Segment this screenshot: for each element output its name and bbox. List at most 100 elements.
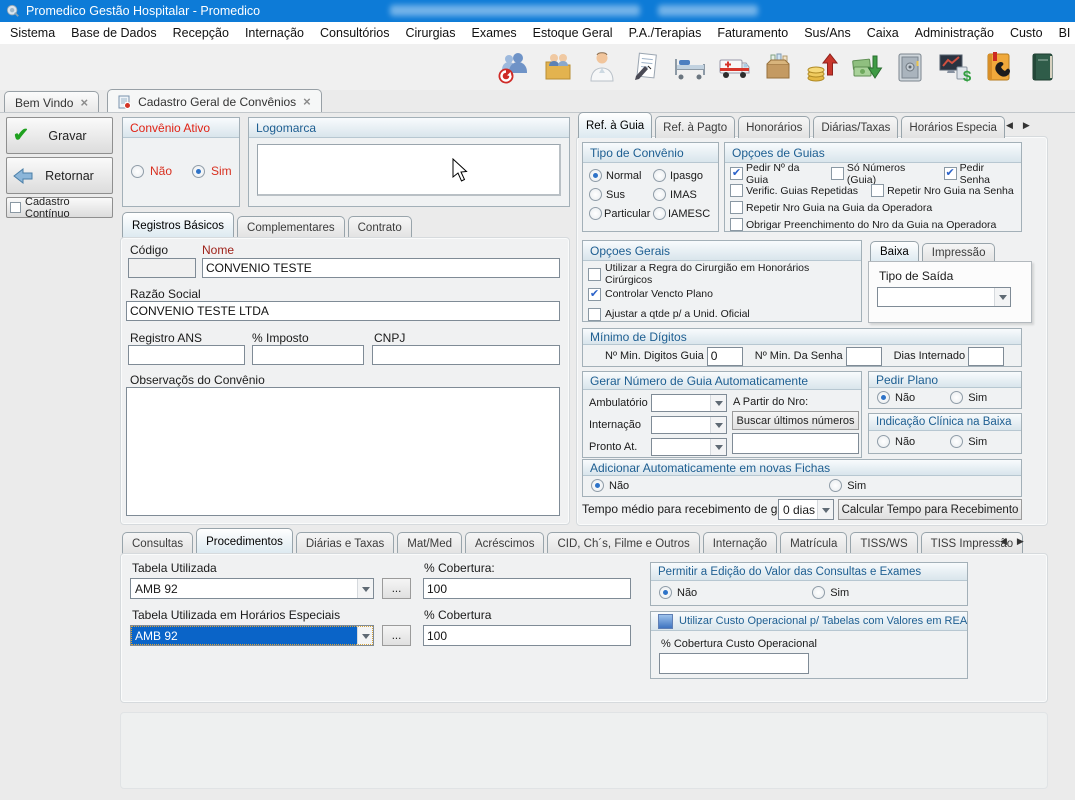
dias-internado-field[interactable]	[968, 347, 1004, 366]
custo-operacional-checkbox[interactable]	[658, 614, 673, 629]
radio-ipasgo[interactable]: Ipasgo	[653, 169, 718, 182]
menu-sus-ans[interactable]: Sus/Ans	[796, 23, 859, 43]
scroll-left-icon[interactable]	[1006, 117, 1013, 131]
tab-cadastro-geral-convenios[interactable]: Cadastro Geral de Convênios	[107, 89, 322, 113]
repetir-nro-guia-operadora-checkbox[interactable]	[730, 201, 743, 214]
hospital-bed-icon[interactable]	[671, 47, 709, 87]
users-sync-icon[interactable]	[495, 47, 533, 87]
permitir-nao-radio[interactable]	[659, 586, 672, 599]
menu-custo[interactable]: Custo	[1002, 23, 1051, 43]
tab-ref-a-pagto[interactable]: Ref. à Pagto	[655, 116, 735, 138]
tab-registros-basicos[interactable]: Registros Básicos	[122, 212, 234, 238]
sus-radio[interactable]	[589, 188, 602, 201]
nome-field[interactable]	[202, 258, 560, 278]
doctor-icon[interactable]	[583, 47, 621, 87]
indicacao-sim-radio[interactable]	[950, 435, 963, 448]
patients-folder-icon[interactable]	[539, 47, 577, 87]
tab-impressao[interactable]: Impressão	[922, 243, 996, 262]
tab-procedimentos[interactable]: Procedimentos	[196, 528, 293, 554]
menu-exames[interactable]: Exames	[464, 23, 525, 43]
fichas-nao-radio[interactable]	[591, 479, 604, 492]
convenio-ativo-sim-radio[interactable]	[192, 165, 205, 178]
tab-acrescimos[interactable]: Acréscimos	[465, 532, 544, 554]
menu-base-de-dados[interactable]: Base de Dados	[63, 23, 164, 43]
indicacao-nao-radio[interactable]	[877, 435, 890, 448]
menu-pa-terapias[interactable]: P.A./Terapias	[621, 23, 710, 43]
particular-radio[interactable]	[589, 207, 602, 220]
fichas-sim-radio[interactable]	[829, 479, 842, 492]
cobertura-field[interactable]	[423, 578, 631, 599]
a-partir-nro-field[interactable]	[732, 433, 859, 454]
tabela-utilizada-dropdown[interactable]: AMB 92	[130, 578, 374, 599]
tab-internacao-bottom[interactable]: Internação	[703, 532, 777, 554]
scroll-left-icon[interactable]	[1000, 533, 1007, 547]
manual-book-icon[interactable]	[1023, 47, 1061, 87]
ambulatorio-dropdown[interactable]	[651, 394, 727, 412]
ajustar-qtde-checkbox[interactable]	[588, 308, 601, 321]
internacao-dropdown[interactable]	[651, 416, 727, 434]
tabela-especiais-browse-button[interactable]: ...	[382, 625, 411, 646]
menu-administracao[interactable]: Administração	[907, 23, 1002, 43]
iamesc-radio[interactable]	[653, 207, 666, 220]
radio-normal[interactable]: Normal	[589, 169, 653, 182]
ambulance-icon[interactable]	[715, 47, 753, 87]
tab-tiss-ws[interactable]: TISS/WS	[850, 532, 917, 554]
tab-baixa[interactable]: Baixa	[870, 241, 919, 262]
pedir-senha-checkbox[interactable]	[944, 167, 957, 180]
pedir-plano-sim-radio[interactable]	[950, 391, 963, 404]
verific-guias-repetidas-checkbox[interactable]	[730, 184, 743, 197]
min-digitos-guia-field[interactable]	[707, 347, 743, 366]
menu-consultorios[interactable]: Consultórios	[312, 23, 397, 43]
menu-bi[interactable]: BI	[1051, 23, 1075, 43]
normal-radio[interactable]	[589, 169, 602, 182]
radio-sus[interactable]: Sus	[589, 188, 653, 201]
observacoes-field[interactable]	[126, 387, 560, 516]
tab-diarias-e-taxas[interactable]: Diárias e Taxas	[296, 532, 394, 554]
cnpj-field[interactable]	[372, 345, 560, 365]
controlar-vencto-plano-checkbox[interactable]	[588, 288, 601, 301]
calcular-tempo-button[interactable]: Calcular Tempo para Recebimento	[838, 499, 1022, 520]
ipasgo-radio[interactable]	[653, 169, 666, 182]
revenue-up-icon[interactable]	[803, 47, 841, 87]
obrigar-preenchimento-checkbox[interactable]	[730, 218, 743, 231]
chevron-down-icon[interactable]	[710, 395, 726, 411]
menu-faturamento[interactable]: Faturamento	[709, 23, 796, 43]
repetir-nro-guia-senha-checkbox[interactable]	[871, 184, 884, 197]
pharmacy-stock-icon[interactable]	[759, 47, 797, 87]
chevron-down-icon[interactable]	[357, 579, 373, 598]
tab-complementares[interactable]: Complementares	[237, 216, 345, 238]
cadastro-continuo-toggle[interactable]: Cadastro Contínuo	[6, 197, 113, 218]
min-senha-field[interactable]	[846, 347, 882, 366]
pedir-numero-guia-checkbox[interactable]	[730, 167, 743, 180]
logomarca-image-box[interactable]	[257, 144, 561, 196]
cobertura-custo-field[interactable]	[659, 653, 809, 674]
registro-ans-field[interactable]	[128, 345, 245, 365]
tab-mat-med[interactable]: Mat/Med	[397, 532, 462, 554]
phone-directory-icon[interactable]	[979, 47, 1017, 87]
safe-icon[interactable]	[891, 47, 929, 87]
menu-sistema[interactable]: Sistema	[2, 23, 63, 43]
radio-particular[interactable]: Particular	[589, 207, 653, 220]
tabela-especiais-dropdown[interactable]: AMB 92	[130, 625, 374, 646]
chevron-down-icon[interactable]	[710, 417, 726, 433]
tipo-saida-dropdown[interactable]	[877, 287, 1011, 307]
save-button[interactable]: ✔ Gravar	[6, 117, 113, 154]
tempo-medio-dropdown[interactable]: 0 dias	[778, 499, 834, 520]
chevron-down-icon[interactable]	[710, 439, 726, 455]
close-icon[interactable]	[80, 96, 88, 110]
razao-social-field[interactable]	[126, 301, 560, 321]
close-icon[interactable]	[303, 95, 311, 109]
imposto-field[interactable]	[252, 345, 364, 365]
so-numeros-guia-checkbox[interactable]	[831, 167, 844, 180]
payment-down-icon[interactable]	[847, 47, 885, 87]
convenio-ativo-nao-radio[interactable]	[131, 165, 144, 178]
cobertura2-field[interactable]	[423, 625, 631, 646]
menu-cirurgias[interactable]: Cirurgias	[398, 23, 464, 43]
back-button[interactable]: Retornar	[6, 157, 113, 194]
tab-matricula[interactable]: Matrícula	[780, 532, 847, 554]
tab-contrato[interactable]: Contrato	[348, 216, 412, 238]
tab-consultas[interactable]: Consultas	[122, 532, 193, 554]
chevron-down-icon[interactable]	[357, 626, 373, 645]
menu-internacao[interactable]: Internação	[237, 23, 312, 43]
finance-chart-icon[interactable]: $	[935, 47, 973, 87]
